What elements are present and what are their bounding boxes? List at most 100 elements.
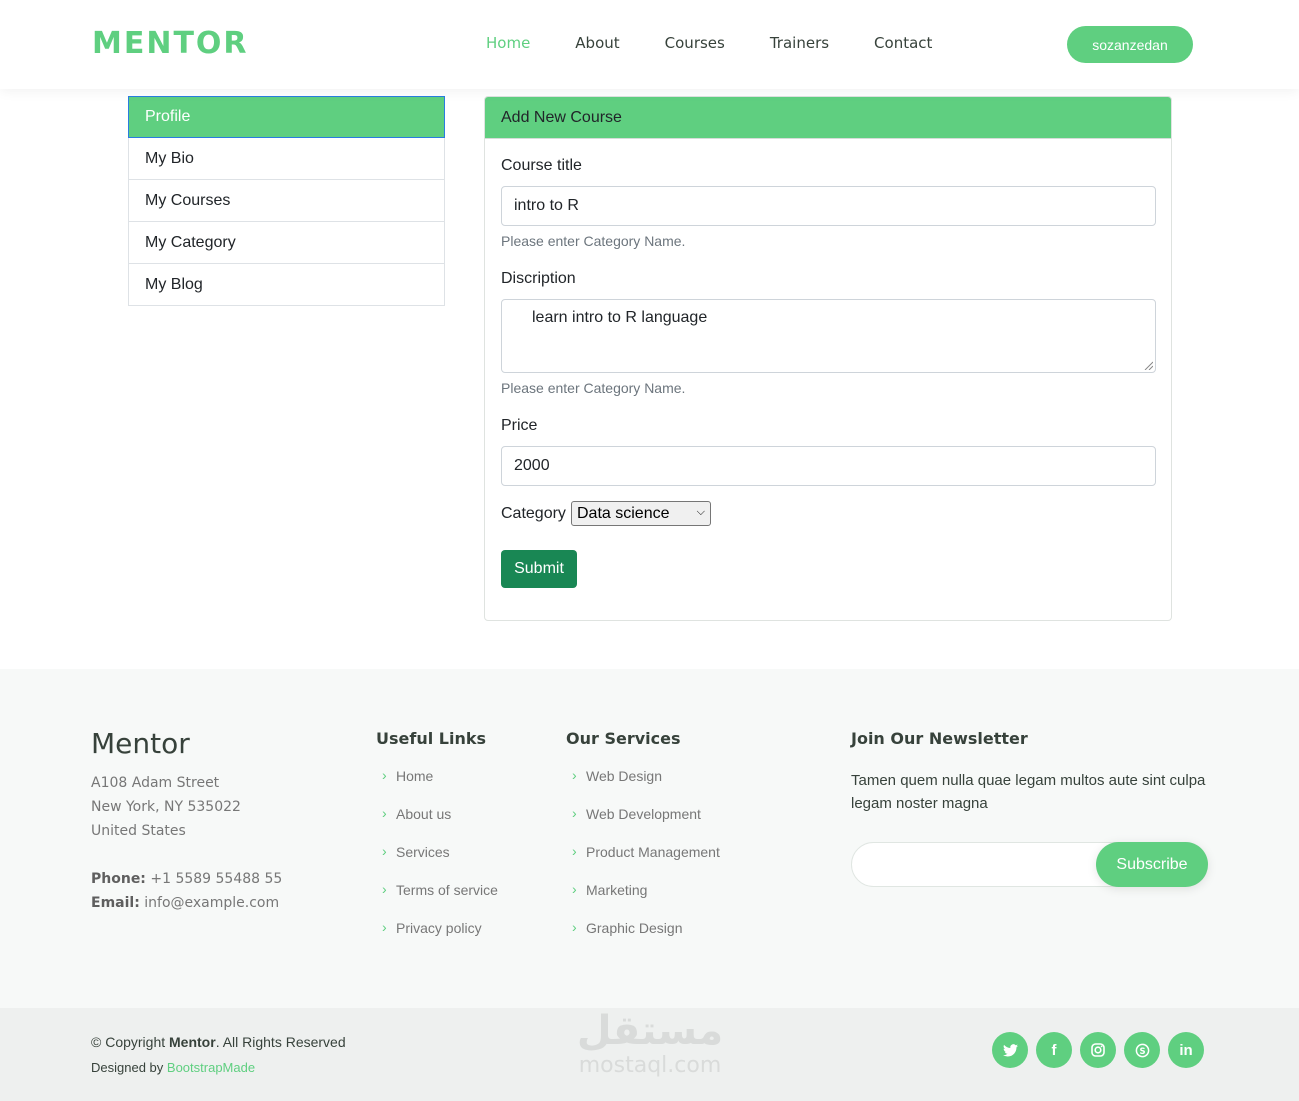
description-textarea[interactable]: learn intro to R language — [501, 299, 1156, 373]
add-course-card: Add New Course Course title intro to R P… — [484, 96, 1172, 621]
linkedin-icon[interactable]: in — [1168, 1032, 1204, 1068]
description-help: Please enter Category Name. — [501, 380, 686, 396]
email-value[interactable]: info@example.com — [144, 895, 279, 911]
course-title-value: intro to R — [514, 197, 579, 214]
chevron-down-icon: ⌵ — [696, 506, 705, 518]
nav-courses[interactable]: Courses — [665, 34, 725, 52]
chevron-right-icon: › — [572, 919, 577, 935]
nav-home[interactable]: Home — [486, 34, 530, 52]
service-web-development[interactable]: › Web Development — [566, 806, 720, 844]
chevron-right-icon: › — [382, 767, 387, 783]
description-label: Discription — [501, 270, 576, 287]
sidebar-item-my-category[interactable]: My Category — [128, 222, 445, 264]
course-title-help: Please enter Category Name. — [501, 233, 686, 249]
category-value: Data science — [577, 504, 670, 522]
footer-link-privacy[interactable]: › Privacy policy — [376, 920, 498, 958]
chevron-right-icon: › — [572, 767, 577, 783]
mostaql-watermark: مستقل mostaql.com — [570, 1008, 730, 1080]
service-product-management[interactable]: › Product Management — [566, 844, 720, 882]
chevron-right-icon: › — [572, 805, 577, 821]
site-footer: Mentor A108 Adam Street New York, NY 535… — [0, 669, 1299, 1008]
sidebar-item-my-courses[interactable]: My Courses — [128, 180, 445, 222]
link-label: Terms of service — [396, 882, 498, 898]
link-label: Privacy policy — [396, 920, 482, 936]
nav-about[interactable]: About — [575, 34, 619, 52]
designed-prefix: Designed by — [91, 1060, 164, 1075]
phone-value: +1 5589 55488 55 — [150, 871, 283, 887]
resize-handle-icon[interactable] — [1143, 360, 1153, 370]
service-web-design[interactable]: › Web Design — [566, 768, 720, 806]
service-graphic-design[interactable]: › Graphic Design — [566, 920, 720, 958]
address-line: United States — [91, 823, 186, 839]
footer-link-about[interactable]: › About us — [376, 806, 498, 844]
chevron-right-icon: › — [572, 843, 577, 859]
price-label: Price — [501, 417, 538, 434]
copyright-prefix: © Copyright — [91, 1034, 166, 1050]
copyright-suffix: . All Rights Reserved — [215, 1034, 346, 1050]
description-value: learn intro to R language — [532, 309, 708, 326]
email-label: Email: — [91, 895, 140, 911]
copyright-brand: Mentor — [169, 1034, 216, 1050]
svg-text:S: S — [1139, 1045, 1145, 1055]
footer-brand: Mentor — [91, 727, 190, 760]
link-label: About us — [396, 806, 452, 822]
sidebar-item-my-bio[interactable]: My Bio — [128, 138, 445, 180]
facebook-icon[interactable]: f — [1036, 1032, 1072, 1068]
watermark-english: mostaql.com — [578, 1053, 722, 1078]
chevron-right-icon: › — [572, 881, 577, 897]
card-header: Add New Course — [485, 97, 1171, 139]
link-label: Services — [396, 844, 450, 860]
phone-label: Phone: — [91, 871, 146, 887]
course-title-input[interactable]: intro to R — [501, 186, 1156, 226]
sidebar-item-my-blog[interactable]: My Blog — [128, 264, 445, 306]
newsletter-email-input[interactable]: Subscribe — [851, 842, 1208, 887]
user-button[interactable]: sozanzedan — [1067, 26, 1193, 63]
site-header: MENTOR Home About Courses Trainers Conta… — [0, 0, 1299, 89]
price-input[interactable]: 2000 — [501, 446, 1156, 486]
subscribe-button[interactable]: Subscribe — [1096, 842, 1208, 887]
link-label: Home — [396, 768, 434, 784]
address-line: A108 Adam Street — [91, 775, 220, 791]
skype-icon[interactable]: S — [1124, 1032, 1160, 1068]
newsletter-text: Tamen quem nulla quae legam multos aute … — [851, 772, 1206, 812]
social-links: f S in — [992, 1032, 1212, 1068]
chevron-right-icon: › — [382, 805, 387, 821]
sidebar: Profile My Bio My Courses My Category My… — [128, 96, 445, 306]
footer-address: A108 Adam Street New York, NY 535022 Uni… — [91, 771, 282, 915]
footer-link-home[interactable]: › Home — [376, 768, 498, 806]
service-marketing[interactable]: › Marketing — [566, 882, 720, 920]
category-select[interactable]: Data science ⌵ — [571, 501, 711, 526]
link-label: Web Development — [586, 806, 701, 822]
course-title-label: Course title — [501, 157, 582, 174]
twitter-icon[interactable] — [992, 1032, 1028, 1068]
price-value: 2000 — [514, 457, 550, 474]
link-label: Product Management — [586, 844, 720, 860]
useful-links-list: › Home › About us › Services › Terms of serv… — [376, 768, 498, 958]
services-list: › Web Design › Web Development › Product Ma… — [566, 768, 720, 958]
footer-bottom: © Copyright Mentor. All Rights Reserved … — [0, 1008, 1299, 1101]
main-nav: Home About Courses Trainers Contact — [486, 34, 977, 52]
chevron-right-icon: › — [382, 881, 387, 897]
chevron-right-icon: › — [382, 919, 387, 935]
logo[interactable]: MENTOR — [92, 26, 249, 61]
designed-by: Designed by BootstrapMade — [91, 1060, 255, 1075]
link-label: Marketing — [586, 882, 648, 898]
link-label: Web Design — [586, 768, 663, 784]
our-services-title: Our Services — [566, 729, 681, 748]
nav-contact[interactable]: Contact — [874, 34, 932, 52]
bootstrapmade-link[interactable]: BootstrapMade — [167, 1060, 255, 1075]
instagram-icon[interactable] — [1080, 1032, 1116, 1068]
nav-trainers[interactable]: Trainers — [770, 34, 829, 52]
submit-button[interactable]: Submit — [501, 550, 577, 588]
category-label: Category — [501, 505, 566, 522]
watermark-arabic: مستقل — [576, 1008, 724, 1054]
copyright: © Copyright Mentor. All Rights Reserved — [91, 1034, 346, 1050]
footer-link-terms[interactable]: › Terms of service — [376, 882, 498, 920]
useful-links-title: Useful Links — [376, 729, 487, 748]
sidebar-item-profile[interactable]: Profile — [128, 96, 445, 138]
link-label: Graphic Design — [586, 920, 683, 936]
footer-link-services[interactable]: › Services — [376, 844, 498, 882]
chevron-right-icon: › — [382, 843, 387, 859]
newsletter-title: Join Our Newsletter — [851, 729, 1028, 748]
address-line: New York, NY 535022 — [91, 799, 241, 815]
